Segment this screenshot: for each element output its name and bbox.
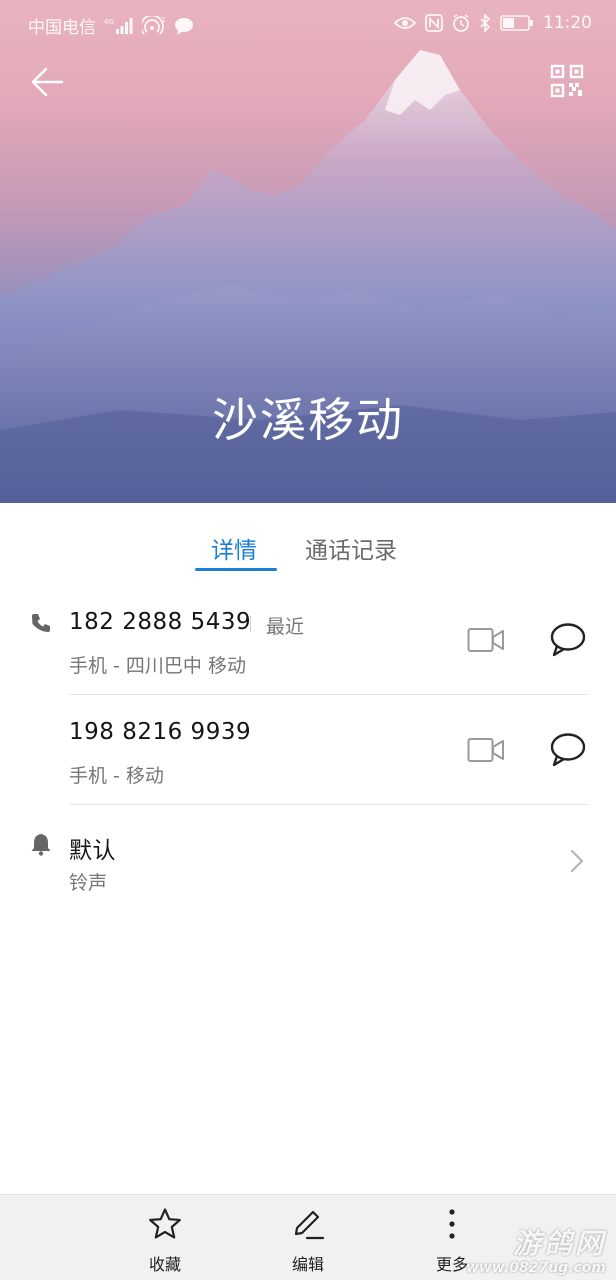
svg-text:1: 1 bbox=[161, 16, 165, 24]
video-call-button[interactable] bbox=[467, 627, 505, 653]
chevron-right-icon bbox=[570, 849, 584, 873]
signal-icon: 4G bbox=[104, 17, 134, 35]
video-camera-icon bbox=[467, 738, 504, 762]
contact-name: 沙溪移动 bbox=[212, 393, 404, 447]
qr-code-icon bbox=[550, 64, 584, 98]
battery-icon bbox=[500, 15, 534, 31]
ringtone-label: 铃声 bbox=[69, 872, 108, 894]
edit-button[interactable]: 编辑 bbox=[258, 1195, 358, 1280]
qr-code-button[interactable] bbox=[550, 64, 584, 98]
chat-bubble-icon bbox=[550, 623, 586, 657]
more-vertical-icon bbox=[449, 1209, 455, 1239]
contact-header: 中国电信 4G 1 11:20 沙溪移动 bbox=[0, 0, 616, 503]
video-call-button[interactable] bbox=[467, 737, 505, 763]
watermark-text: 游鸽网 bbox=[512, 1227, 606, 1260]
status-bar: 中国电信 4G 1 11:20 bbox=[0, 0, 616, 48]
bluetooth-icon bbox=[479, 14, 491, 32]
separator bbox=[250, 616, 251, 632]
hotspot-icon: 1 bbox=[142, 15, 166, 36]
phone-type-label: 手机 - 四川巴中 移动 bbox=[69, 655, 246, 677]
nfc-icon bbox=[425, 14, 443, 32]
phone-number[interactable]: 198 8216 9939 bbox=[69, 719, 251, 745]
phone-number[interactable]: 182 2888 5439 bbox=[69, 609, 251, 635]
watermark: 游鸽网 www.0827ug.com bbox=[466, 1222, 606, 1276]
watermark-url: www.0827ug.com bbox=[466, 1260, 606, 1276]
message-notification-icon bbox=[174, 17, 194, 35]
alarm-icon bbox=[452, 14, 470, 32]
chat-bubble-icon bbox=[550, 733, 586, 767]
phone-number-row[interactable]: 198 8216 9939 手机 - 移动 bbox=[0, 700, 616, 805]
network-type-label: 4G bbox=[104, 18, 114, 26]
tab-call-log[interactable]: 通话记录 bbox=[305, 531, 397, 565]
tab-details[interactable]: 详情 bbox=[211, 531, 257, 565]
recent-tag: 最近 bbox=[266, 616, 305, 638]
star-icon bbox=[149, 1208, 181, 1239]
eye-comfort-icon bbox=[394, 15, 416, 31]
video-camera-icon bbox=[467, 628, 504, 652]
pencil-icon bbox=[294, 1210, 325, 1240]
favorite-button[interactable]: 收藏 bbox=[115, 1195, 215, 1280]
send-message-button[interactable] bbox=[549, 622, 587, 658]
edit-label: 编辑 bbox=[291, 1255, 324, 1274]
active-tab-indicator bbox=[195, 568, 277, 571]
clock-label: 11:20 bbox=[543, 13, 592, 33]
tab-bar: 详情 通话记录 bbox=[0, 503, 616, 575]
phone-icon bbox=[32, 614, 50, 632]
ringtone-row[interactable]: 默认 铃声 bbox=[0, 812, 616, 902]
divider bbox=[69, 694, 588, 695]
back-button[interactable] bbox=[28, 62, 68, 102]
favorite-label: 收藏 bbox=[148, 1255, 181, 1274]
bell-icon bbox=[31, 834, 51, 856]
phone-type-label: 手机 - 移动 bbox=[69, 765, 164, 787]
divider bbox=[69, 804, 588, 805]
carrier-label: 中国电信 bbox=[28, 18, 96, 38]
phone-number-row[interactable]: 182 2888 5439 最近 手机 - 四川巴中 移动 bbox=[0, 590, 616, 695]
arrow-left-icon bbox=[31, 67, 64, 97]
send-message-button[interactable] bbox=[549, 732, 587, 768]
ringtone-value: 默认 bbox=[69, 838, 116, 864]
